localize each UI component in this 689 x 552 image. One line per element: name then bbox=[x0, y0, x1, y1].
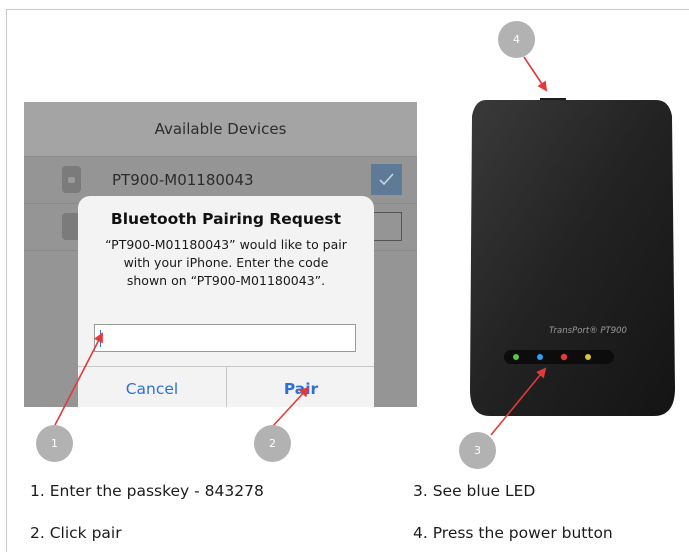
bluetooth-pairing-alert: Bluetooth Pairing Request “PT900-M011800… bbox=[78, 196, 374, 407]
available-devices-title: Available Devices bbox=[154, 120, 287, 138]
caption-step-1: 1. Enter the passkey - 843278 bbox=[30, 482, 264, 500]
passkey-input[interactable] bbox=[94, 324, 356, 352]
caption-step-2: 2. Click pair bbox=[30, 524, 122, 542]
red-led-icon bbox=[560, 353, 568, 361]
caption-step-4: 4. Press the power button bbox=[413, 524, 613, 542]
led-panel bbox=[504, 350, 614, 364]
ios-screenshot: Available Devices PT900-M01180043 Blueto… bbox=[24, 102, 417, 407]
callout-4: 4 bbox=[498, 21, 535, 58]
checkmark-icon bbox=[371, 164, 402, 195]
transport-device-photo: TransPort® PT900 bbox=[470, 98, 675, 416]
checkbox[interactable] bbox=[371, 212, 402, 241]
callout-2: 2 bbox=[254, 425, 291, 462]
device-icon bbox=[62, 166, 81, 193]
caption-step-3: 3. See blue LED bbox=[413, 482, 536, 500]
yellow-led-icon bbox=[585, 354, 591, 360]
device-brand-label: TransPort® PT900 bbox=[549, 326, 627, 336]
device-name: PT900-M01180043 bbox=[112, 171, 254, 189]
available-devices-header: Available Devices bbox=[24, 102, 417, 157]
device-body bbox=[470, 100, 675, 416]
text-caret bbox=[100, 330, 101, 347]
alert-message-line: with your iPhone. Enter the code bbox=[123, 255, 329, 270]
alert-message: “PT900-M01180043” would like to pair wit… bbox=[88, 236, 364, 290]
cancel-button[interactable]: Cancel bbox=[78, 367, 226, 407]
green-led-icon bbox=[513, 354, 519, 360]
alert-message-line: “PT900-M01180043” would like to pair bbox=[105, 237, 347, 252]
alert-title: Bluetooth Pairing Request bbox=[110, 210, 342, 228]
blue-led-icon bbox=[537, 354, 543, 360]
pair-button[interactable]: Pair bbox=[227, 367, 375, 407]
alert-message-line: shown on “PT900-M01180043”. bbox=[126, 273, 326, 288]
callout-1: 1 bbox=[36, 425, 73, 462]
callout-3: 3 bbox=[459, 432, 496, 469]
